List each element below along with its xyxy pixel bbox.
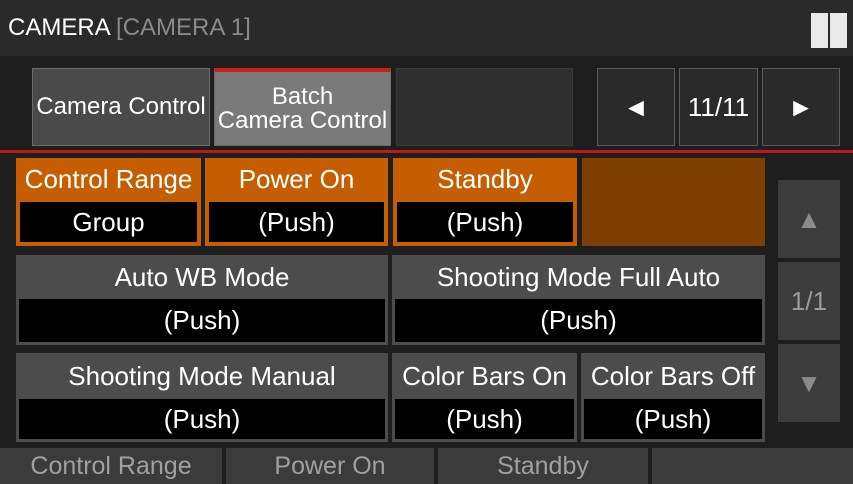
button-value: Group <box>20 202 197 242</box>
button-value: (Push) <box>209 202 384 242</box>
bottom-item-empty <box>652 448 853 484</box>
button-value: (Push) <box>19 299 385 342</box>
bottom-item-control-range[interactable]: Control Range <box>0 448 222 484</box>
color-bars-off-button[interactable]: Color Bars Off (Push) <box>581 353 765 442</box>
scroll-up-button[interactable]: ▲ <box>778 180 840 258</box>
shooting-mode-manual-button[interactable]: Shooting Mode Manual (Push) <box>16 353 388 442</box>
button-header: Color Bars Off <box>590 360 756 391</box>
button-value: (Push) <box>584 399 762 439</box>
bottom-item-label: Control Range <box>30 451 192 480</box>
tab-camera-control[interactable]: Camera Control <box>32 68 210 146</box>
control-range-button[interactable]: Control Range Group <box>16 158 201 246</box>
triangle-down-icon: ▼ <box>796 367 822 398</box>
scroll-page-number: 1/1 <box>790 285 828 316</box>
window-control-square-icon[interactable] <box>830 13 847 48</box>
bottom-item-power-on[interactable]: Power On <box>226 448 434 484</box>
page-indicator: 11/11 <box>679 68 758 146</box>
prev-page-button[interactable]: ◄ <box>597 68 675 146</box>
bottom-item-label: Standby <box>497 451 589 480</box>
triangle-up-icon: ▲ <box>796 203 822 234</box>
page-number: 11/11 <box>687 91 750 122</box>
window-title: CAMERA [CAMERA 1] <box>8 14 251 42</box>
chevron-left-icon: ◄ <box>623 91 649 122</box>
tab-divider <box>0 150 853 153</box>
tab-empty <box>396 68 573 146</box>
title-main: CAMERA <box>8 14 110 41</box>
tab-label-line2: Camera Control <box>217 106 388 134</box>
tab-label-line1: Batch <box>271 82 334 110</box>
button-header: Standby <box>437 163 533 194</box>
chevron-right-icon: ► <box>788 91 814 122</box>
button-value: (Push) <box>397 202 573 242</box>
color-bars-on-button[interactable]: Color Bars On (Push) <box>392 353 577 442</box>
shooting-mode-full-auto-button[interactable]: Shooting Mode Full Auto (Push) <box>392 255 765 345</box>
title-camera-name: [CAMERA 1] <box>116 14 251 41</box>
tab-batch-camera-control[interactable]: Batch Camera Control <box>214 68 391 146</box>
scroll-down-button[interactable]: ▼ <box>778 344 840 422</box>
next-page-button[interactable]: ► <box>762 68 840 146</box>
button-header: Control Range <box>24 163 193 194</box>
button-header: Shooting Mode Manual <box>68 360 336 391</box>
button-header: Power On <box>238 163 355 194</box>
button-header: Shooting Mode Full Auto <box>436 261 721 292</box>
bottom-item-label: Power On <box>274 451 386 480</box>
button-header: Auto WB Mode <box>114 261 290 292</box>
window-control-square-icon[interactable] <box>811 13 828 48</box>
scroll-page-indicator: 1/1 <box>778 262 840 340</box>
power-on-button[interactable]: Power On (Push) <box>205 158 388 246</box>
button-value: (Push) <box>395 299 762 342</box>
bottom-item-standby[interactable]: Standby <box>438 448 648 484</box>
tab-label: Camera Control <box>36 93 206 120</box>
button-value: (Push) <box>19 399 385 439</box>
button-header: Color Bars On <box>402 360 567 391</box>
standby-button[interactable]: Standby (Push) <box>393 158 577 246</box>
empty-slot <box>582 158 765 246</box>
auto-wb-mode-button[interactable]: Auto WB Mode (Push) <box>16 255 388 345</box>
button-value: (Push) <box>395 399 574 439</box>
